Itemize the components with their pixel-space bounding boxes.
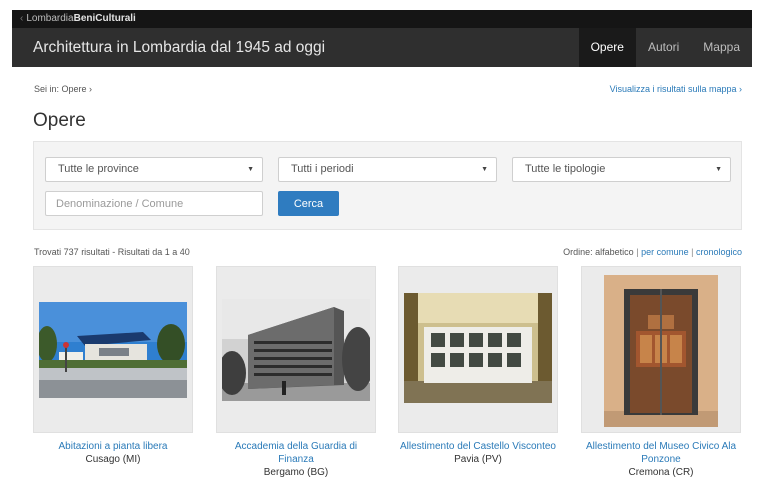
period-select-value: Tutti i periodi — [291, 163, 354, 175]
card-title-link[interactable]: Allestimento del Museo Civico Ala Ponzon… — [581, 440, 741, 466]
sort-by-comune-link[interactable]: per comune — [641, 247, 689, 257]
site-title[interactable]: Architettura in Lombardia dal 1945 ad og… — [12, 39, 579, 57]
card-location: Bergamo (BG) — [263, 467, 329, 477]
sort-separator: | — [691, 247, 694, 257]
portal-strip[interactable]: ‹ LombardiaBeniCulturali — [12, 10, 752, 28]
period-select[interactable]: Tutti i periodi ▼ — [278, 157, 497, 182]
sort-separator: | — [636, 247, 639, 257]
card-image-frame[interactable] — [33, 266, 193, 433]
sort-order-bar: Ordine: alfabetico | per comune | cronol… — [563, 247, 742, 257]
result-card: Accademia della Guardia di Finanza Berga… — [216, 266, 376, 477]
result-card: Allestimento del Castello Visconteo Pavi… — [398, 266, 558, 466]
sort-chronological-link[interactable]: cronologico — [696, 247, 742, 257]
card-title-link[interactable]: Accademia della Guardia di Finanza — [216, 440, 376, 466]
main-nav: Opere Autori Mappa — [578, 28, 752, 67]
card-photo — [222, 299, 370, 401]
card-title-link[interactable]: Allestimento del Castello Visconteo — [398, 440, 558, 453]
card-location: Cremona (CR) — [628, 467, 694, 477]
card-photo — [404, 293, 552, 403]
nav-autori[interactable]: Autori — [636, 28, 691, 67]
back-chevron-icon[interactable]: ‹ — [20, 13, 23, 24]
card-image-frame[interactable] — [216, 266, 376, 433]
results-count: Trovati 737 risultati - Risultati da 1 a… — [34, 247, 190, 257]
card-image-frame[interactable] — [581, 266, 741, 433]
portal-brand-light: Lombardia — [26, 13, 74, 24]
card-title-link[interactable]: Abitazioni a pianta libera — [33, 440, 193, 453]
sort-order-label: Ordine: alfabetico — [563, 247, 634, 257]
search-input[interactable] — [45, 191, 263, 216]
province-select[interactable]: Tutte le province ▼ — [45, 157, 263, 182]
card-location: Cusago (MI) — [85, 454, 141, 465]
typology-select[interactable]: Tutte le tipologie ▼ — [512, 157, 731, 182]
page-title: Opere — [33, 110, 86, 131]
filter-panel: Tutte le province ▼ Tutti i periodi ▼ Tu… — [33, 141, 742, 230]
portal-brand-bold: BeniCulturali — [73, 13, 136, 24]
card-location: Pavia (PV) — [454, 454, 502, 465]
search-button[interactable]: Cerca — [278, 191, 339, 216]
chevron-down-icon: ▼ — [247, 166, 254, 173]
province-select-value: Tutte le province — [58, 163, 139, 175]
nav-mappa[interactable]: Mappa — [691, 28, 752, 67]
card-image-frame[interactable] — [398, 266, 558, 433]
typology-select-value: Tutte le tipologie — [525, 163, 606, 175]
breadcrumb: Sei in: Opere › — [34, 84, 93, 94]
result-card: Allestimento del Museo Civico Ala Ponzon… — [581, 266, 741, 477]
site-navbar: Architettura in Lombardia dal 1945 ad og… — [12, 28, 752, 67]
map-view-link[interactable]: Visualizza i risultati sulla mappa › — [610, 84, 742, 94]
chevron-down-icon: ▼ — [481, 166, 488, 173]
nav-opere[interactable]: Opere — [578, 28, 636, 67]
chevron-down-icon: ▼ — [715, 166, 722, 173]
result-card: Abitazioni a pianta libera Cusago (MI) — [33, 266, 193, 466]
card-photo — [39, 302, 187, 398]
card-photo — [604, 275, 718, 427]
